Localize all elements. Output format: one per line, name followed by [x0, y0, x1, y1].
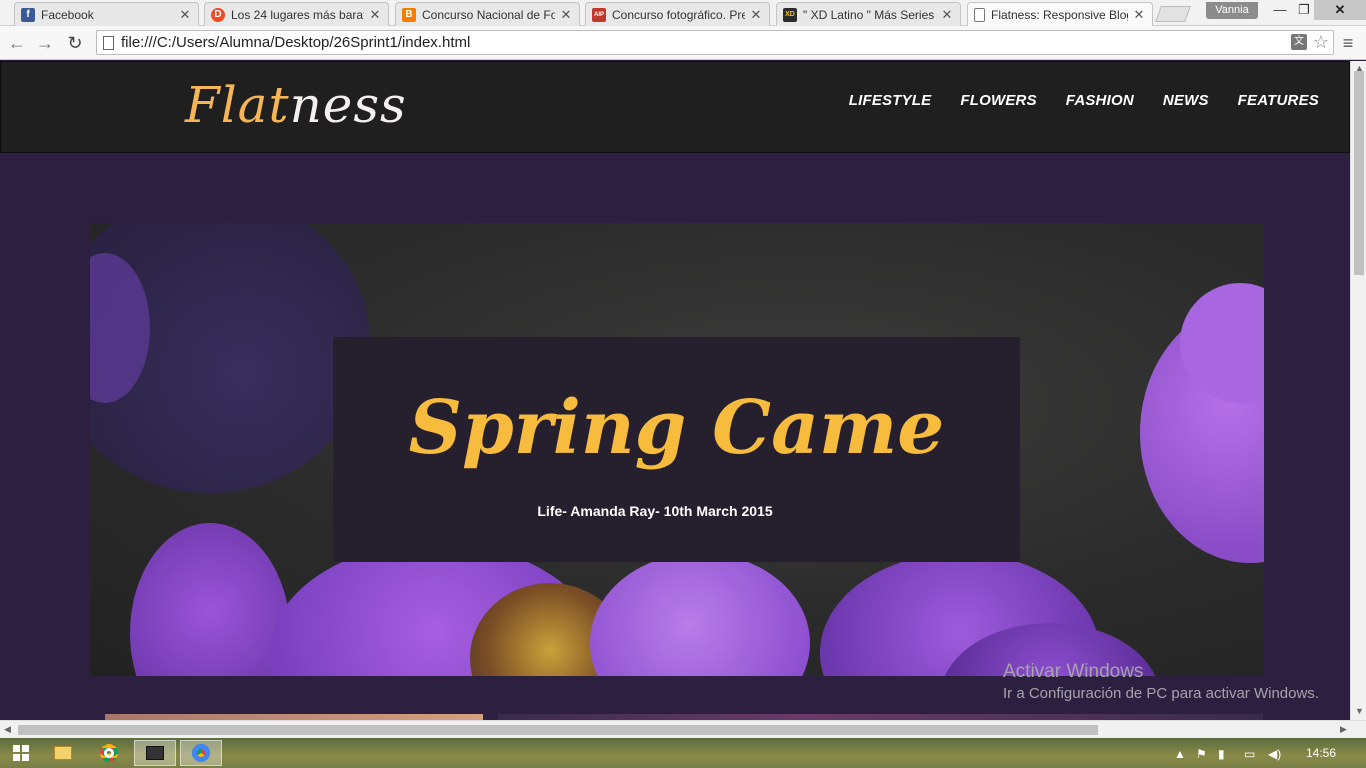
tab-xd-latino[interactable]: XD " XD Latino " Más Series C ✕ [776, 2, 961, 26]
chrome-window-icon[interactable] [180, 740, 222, 766]
close-tab-icon[interactable]: ✕ [559, 7, 573, 23]
close-tab-icon[interactable]: ✕ [368, 7, 382, 23]
reload-icon[interactable]: ↻ [64, 32, 86, 54]
horizontal-scroll-thumb[interactable] [18, 725, 1098, 735]
site-logo[interactable]: Flatness [185, 76, 407, 134]
flower-petal [130, 523, 290, 676]
new-tab-button[interactable] [1155, 6, 1191, 22]
blogger-icon: B [402, 7, 416, 22]
tray-expand-icon[interactable]: ▲ [1174, 747, 1186, 761]
tab-flatness[interactable]: Flatness: Responsive Blog ✕ [967, 2, 1153, 26]
translate-icon[interactable]: 文 [1291, 34, 1307, 50]
facebook-icon: f [21, 7, 35, 22]
close-tab-icon[interactable]: ✕ [178, 7, 192, 23]
xd-icon: XD [783, 7, 797, 22]
presentation-app-icon[interactable] [134, 740, 176, 766]
vertical-scroll-thumb[interactable] [1354, 71, 1364, 275]
chrome-menu-icon[interactable]: ≡ [1338, 32, 1358, 54]
hero-caption-box: Spring Came Life- Amanda Ray- 10th March… [333, 337, 1020, 562]
tab-title: " XD Latino " Más Series C [803, 7, 936, 22]
nav-features[interactable]: FEATURES [1238, 92, 1319, 109]
tab-title: Concurso Nacional de Fot [422, 7, 555, 22]
battery-icon[interactable]: ▭ [1244, 747, 1255, 761]
address-bar[interactable]: file:///C:/Users/Alumna/Desktop/26Sprint… [96, 30, 1334, 55]
tab-title: Concurso fotográfico. Pre [612, 7, 745, 22]
tab-title: Flatness: Responsive Blog [991, 7, 1128, 22]
page-viewport: Flatness LIFESTYLE FLOWERS FASHION NEWS … [0, 61, 1350, 720]
back-icon[interactable]: ← [6, 32, 28, 54]
despegar-icon: D [211, 7, 225, 22]
tab-concurso-fotografico[interactable]: AIP Concurso fotográfico. Pre ✕ [585, 2, 770, 26]
volume-icon[interactable]: ◀) [1268, 747, 1281, 761]
tab-concurso-nacional[interactable]: B Concurso Nacional de Fot ✕ [395, 2, 580, 26]
nav-flowers[interactable]: FLOWERS [960, 92, 1036, 109]
nav-lifestyle[interactable]: LIFESTYLE [849, 92, 932, 109]
browser-toolbar: ← → ↻ file:///C:/Users/Alumna/Desktop/26… [0, 26, 1366, 60]
horizontal-scrollbar[interactable]: ◀ ▶ [0, 720, 1366, 738]
hero-image[interactable]: Spring Came Life- Amanda Ray- 10th March… [90, 223, 1264, 676]
close-tab-icon[interactable]: ✕ [1132, 7, 1146, 23]
browser-tabstrip: f Facebook ✕ D Los 24 lugares más barato… [0, 0, 1366, 26]
network-icon[interactable]: ▮ [1218, 747, 1225, 761]
vertical-scrollbar[interactable]: ▲ ▼ [1350, 61, 1366, 720]
nav-news[interactable]: NEWS [1163, 92, 1209, 109]
start-button[interactable] [0, 740, 42, 766]
activate-windows-subtitle: Ir a Configuración de PC para activar Wi… [1003, 685, 1319, 702]
aip-icon: AIP [592, 7, 606, 22]
tab-facebook[interactable]: f Facebook ✕ [14, 2, 199, 26]
file-explorer-icon[interactable] [42, 740, 84, 766]
hero-title[interactable]: Spring Came [333, 385, 1020, 471]
scroll-right-icon[interactable]: ▶ [1340, 724, 1347, 735]
logo-part-ness: ness [289, 76, 407, 134]
windows-taskbar: ▲ ⚑ ▮ ▭ ◀) 14:56 [0, 738, 1366, 768]
close-window-icon[interactable]: ✕ [1314, 0, 1366, 20]
scroll-down-icon[interactable]: ▼ [1355, 706, 1364, 716]
close-tab-icon[interactable]: ✕ [749, 7, 763, 23]
hero-meta: Life- Amanda Ray- 10th March 2015 [537, 503, 773, 519]
forward-icon[interactable]: → [34, 32, 56, 54]
bookmark-star-icon[interactable]: ☆ [1313, 32, 1329, 53]
site-header: Flatness LIFESTYLE FLOWERS FASHION NEWS … [0, 61, 1350, 153]
tab-title: Facebook [41, 7, 94, 22]
flower-petal [590, 553, 810, 676]
chrome-icon[interactable] [88, 740, 130, 766]
page-icon [103, 36, 114, 50]
tab-title: Los 24 lugares más barato [231, 7, 364, 22]
profile-badge[interactable]: Vannia [1206, 2, 1258, 19]
scroll-left-icon[interactable]: ◀ [4, 724, 11, 735]
flag-icon[interactable]: ⚑ [1196, 747, 1207, 761]
page-icon [974, 7, 985, 22]
main-nav: LIFESTYLE FLOWERS FASHION NEWS FEATURES [849, 92, 1319, 109]
nav-fashion[interactable]: FASHION [1066, 92, 1134, 109]
url-text: file:///C:/Users/Alumna/Desktop/26Sprint… [121, 34, 471, 51]
activate-windows-title: Activar Windows [1003, 661, 1144, 682]
tab-despegar[interactable]: D Los 24 lugares más barato ✕ [204, 2, 389, 26]
logo-part-flat: Flat [185, 76, 290, 134]
windows-logo-icon [13, 745, 29, 761]
taskbar-clock[interactable]: 14:56 [1306, 746, 1336, 760]
close-tab-icon[interactable]: ✕ [940, 7, 954, 23]
